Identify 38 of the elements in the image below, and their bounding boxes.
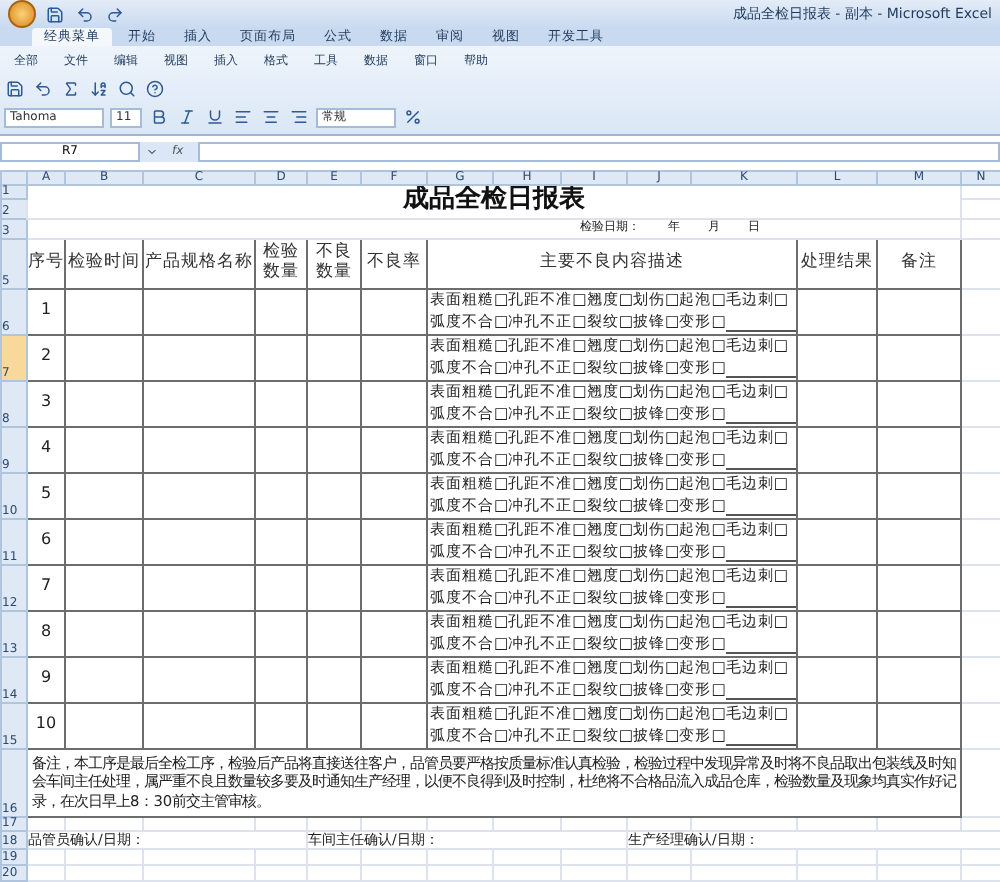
column-heading: 备注 [901,251,937,272]
row-number-cell: 7 [40,576,52,595]
search-icon[interactable] [116,78,138,100]
column-heading: 序号 [29,251,63,272]
column-heading: 不良数量 [316,242,352,281]
row-number-cell: 9 [40,668,52,687]
redo-icon[interactable] [104,3,126,25]
column-heading: 检验时间 [68,251,140,272]
help-icon[interactable] [144,78,166,100]
undo-icon[interactable] [74,3,96,25]
save-icon[interactable] [4,78,26,100]
column-heading: 检验数量 [263,242,299,281]
italic-icon[interactable] [176,106,198,128]
sum-icon[interactable] [60,78,82,100]
row-number-cell: 3 [40,392,52,411]
office-button[interactable] [8,0,36,28]
column-heading: 不良率 [367,251,421,272]
align-left-icon[interactable] [232,106,254,128]
row-number-cell: 8 [40,622,52,641]
dropdown-icon[interactable] [146,145,158,157]
underline-icon[interactable] [204,106,226,128]
undo-icon[interactable] [32,78,54,100]
save-icon[interactable] [44,3,66,25]
row-number-cell: 4 [40,438,52,457]
sort-icon[interactable] [88,78,110,100]
column-heading: 产品规格名称 [145,251,253,272]
row-number-cell: 10 [35,714,57,733]
row-number-cell: 6 [40,530,52,549]
column-heading: 主要不良内容描述 [540,251,684,272]
bold-icon[interactable] [148,106,170,128]
row-number-cell: 5 [40,484,52,503]
row-number-cell: 2 [40,346,52,365]
formula-field[interactable] [197,141,1000,161]
column-heading: 处理结果 [801,251,873,272]
align-right-icon[interactable] [288,106,310,128]
align-center-icon[interactable] [260,106,282,128]
row-number-cell: 1 [40,300,52,319]
percent-icon[interactable] [402,106,424,128]
